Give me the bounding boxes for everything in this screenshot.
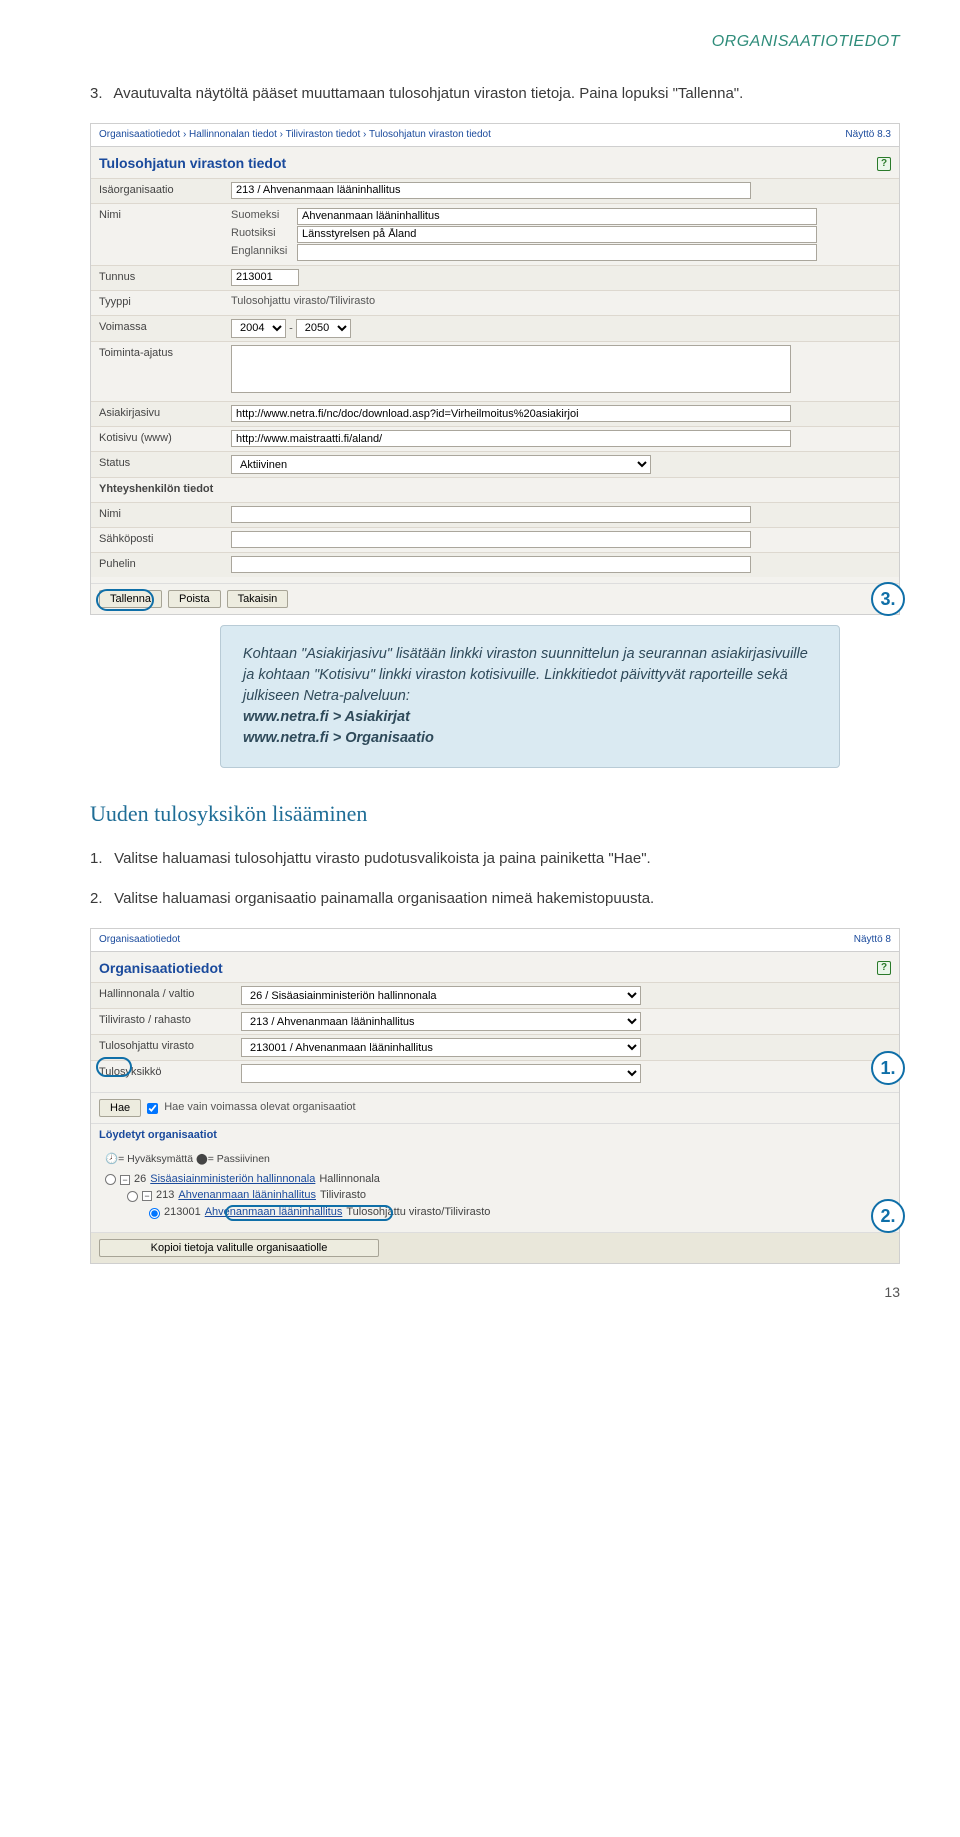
section-header: ORGANISAATIOTIEDOT xyxy=(90,30,900,53)
breadcrumb-2-text: Organisaatiotiedot xyxy=(99,933,180,948)
info-box: Kohtaan "Asiakirjasivu" lisätään linkki … xyxy=(220,625,840,768)
breadcrumb-text: Organisaatiotiedot › Hallinnonalan tiedo… xyxy=(99,128,491,143)
input-nimi-en[interactable] xyxy=(297,244,817,261)
label-tyyppi: Tyyppi xyxy=(91,291,231,315)
label-yhteys: Yhteyshenkilön tiedot xyxy=(91,478,231,502)
label-tulosohjattu: Tulosohjattu virasto xyxy=(91,1035,241,1059)
info-link-1: www.netra.fi > Asiakirjat xyxy=(243,709,410,725)
collapse-icon[interactable]: − xyxy=(142,1191,152,1201)
select-tilivirasto[interactable]: 213 / Ahvenanmaan lääninhallitus xyxy=(241,1012,641,1031)
screenshot-1: Organisaatiotiedot › Hallinnonalan tiedo… xyxy=(90,123,900,615)
step2-1-num: 1. xyxy=(90,848,110,870)
label-tulosyksikko: Tulosyksikkö xyxy=(91,1061,241,1085)
tree-radio-1[interactable] xyxy=(105,1174,116,1185)
kopioi-button[interactable]: Kopioi tietoja valitulle organisaatiolle xyxy=(99,1239,379,1257)
input-sahkoposti[interactable] xyxy=(231,531,751,548)
step2-1-text: Valitse haluamasi tulosohjattu virasto p… xyxy=(114,850,651,867)
textarea-toiminta[interactable] xyxy=(231,345,791,393)
step2-1: 1. Valitse haluamasi tulosohjattu virast… xyxy=(90,848,900,870)
form-title: Tulosohjatun viraston tiedot xyxy=(99,153,286,173)
label-kotisivu: Kotisivu (www) xyxy=(91,427,231,451)
info-p1: Kohtaan "Asiakirjasivu" lisätään linkki … xyxy=(243,646,808,704)
select-voimassa-to[interactable]: 2050 xyxy=(296,319,351,338)
select-hallinnonala[interactable]: 26 / Sisäasiainministeriön hallinnonala xyxy=(241,986,641,1005)
label-sahkoposti: Sähköposti xyxy=(91,528,231,552)
step2-2-num: 2. xyxy=(90,888,110,910)
value-tyyppi: Tulosohjattu virasto/Tilivirasto xyxy=(231,295,375,307)
input-nimi-sv[interactable] xyxy=(297,226,817,243)
help-icon-2[interactable]: ? xyxy=(877,961,891,975)
input-tunnus[interactable] xyxy=(231,269,299,286)
label-toiminta: Toiminta-ajatus xyxy=(91,342,231,366)
label-puhelin: Puhelin xyxy=(91,553,231,577)
intro-step: 3. Avautuvalta näytöltä pääset muuttamaa… xyxy=(90,83,900,105)
screen-id-2: Näyttö 8 xyxy=(854,933,891,948)
step2-2-text: Valitse haluamasi organisaatio painamall… xyxy=(114,890,654,907)
intro-step-num: 3. xyxy=(90,83,110,105)
breadcrumb: Organisaatiotiedot › Hallinnonalan tiedo… xyxy=(91,124,899,148)
label-tilivirasto: Tilivirasto / rahasto xyxy=(91,1009,241,1033)
label-ruotsiksi: Ruotsiksi xyxy=(231,226,291,242)
tree-code-3: 213001 xyxy=(164,1205,201,1221)
tree-link-3[interactable]: Ahvenanmaan lääninhallitus xyxy=(205,1205,343,1221)
screenshot-2: Organisaatiotiedot Näyttö 8 Organisaatio… xyxy=(90,928,900,1265)
found-header: Löydetyt organisaatiot xyxy=(91,1123,899,1146)
tree-suffix-3: Tulosohjattu virasto/Tilivirasto xyxy=(346,1205,490,1221)
tree-code-1: 26 xyxy=(134,1172,146,1188)
input-nimi-fi[interactable] xyxy=(297,208,817,225)
label-yhteys-nimi: Nimi xyxy=(91,503,231,527)
breadcrumb-2: Organisaatiotiedot Näyttö 8 xyxy=(91,929,899,953)
input-kotisivu[interactable] xyxy=(231,430,791,447)
intro-step-text: Avautuvalta näytöltä pääset muuttamaan t… xyxy=(113,85,743,102)
legend: 🕗= Hyväksymättä ⬤= Passiivinen xyxy=(105,1152,891,1167)
input-yhteys-nimi[interactable] xyxy=(231,506,751,523)
hae-button[interactable]: Hae xyxy=(99,1099,141,1117)
select-voimassa-from[interactable]: 2004 xyxy=(231,319,286,338)
input-asiakirjasivu[interactable] xyxy=(231,405,791,422)
section-heading: Uuden tulosyksikön lisääminen xyxy=(90,798,900,830)
select-tulosohjattu[interactable]: 213001 / Ahvenanmaan lääninhallitus xyxy=(241,1038,641,1057)
tree-suffix-1: Hallinnonala xyxy=(319,1172,380,1188)
input-isaorganisaatio[interactable] xyxy=(231,182,751,199)
label-asiakirjasivu: Asiakirjasivu xyxy=(91,402,231,426)
poista-button[interactable]: Poista xyxy=(168,590,221,608)
label-suomeksi: Suomeksi xyxy=(231,208,291,224)
takaisin-button[interactable]: Takaisin xyxy=(227,590,289,608)
tree-radio-3[interactable] xyxy=(149,1208,160,1219)
tree-radio-2[interactable] xyxy=(127,1191,138,1202)
label-tunnus: Tunnus xyxy=(91,266,231,290)
tallenna-button[interactable]: Tallenna xyxy=(99,590,162,608)
step2-2: 2. Valitse haluamasi organisaatio painam… xyxy=(90,888,900,910)
label-voimassa: Voimassa xyxy=(91,316,231,340)
tree-link-2[interactable]: Ahvenanmaan lääninhallitus xyxy=(178,1188,316,1204)
page-number: 13 xyxy=(90,1282,900,1302)
help-icon[interactable]: ? xyxy=(877,157,891,171)
collapse-icon[interactable]: − xyxy=(120,1175,130,1185)
tree-suffix-2: Tilivirasto xyxy=(320,1188,366,1204)
select-status[interactable]: Aktiivinen xyxy=(231,455,651,474)
label-status: Status xyxy=(91,452,231,476)
tree-code-2: 213 xyxy=(156,1188,174,1204)
label-nimi: Nimi xyxy=(91,204,231,228)
screen-id: Näyttö 8.3 xyxy=(845,128,891,143)
org-tree: 🕗= Hyväksymättä ⬤= Passiivinen − 26 Sisä… xyxy=(91,1146,899,1232)
label-isaorganisaatio: Isäorganisaatio xyxy=(91,179,231,203)
voimassa-checkbox[interactable] xyxy=(147,1103,158,1114)
tree-link-1[interactable]: Sisäasiainministeriön hallinnonala xyxy=(150,1172,315,1188)
info-link-2: www.netra.fi > Organisaatio xyxy=(243,730,434,746)
label-englanniksi: Englanniksi xyxy=(231,244,291,260)
form-title-2: Organisaatiotiedot xyxy=(99,958,223,978)
input-puhelin[interactable] xyxy=(231,556,751,573)
label-hallinnonala: Hallinnonala / valtio xyxy=(91,983,241,1007)
select-tulosyksikko[interactable] xyxy=(241,1064,641,1083)
dash: - xyxy=(289,322,296,334)
voimassa-checkbox-label: Hae vain voimassa olevat organisaatiot xyxy=(164,1100,355,1116)
